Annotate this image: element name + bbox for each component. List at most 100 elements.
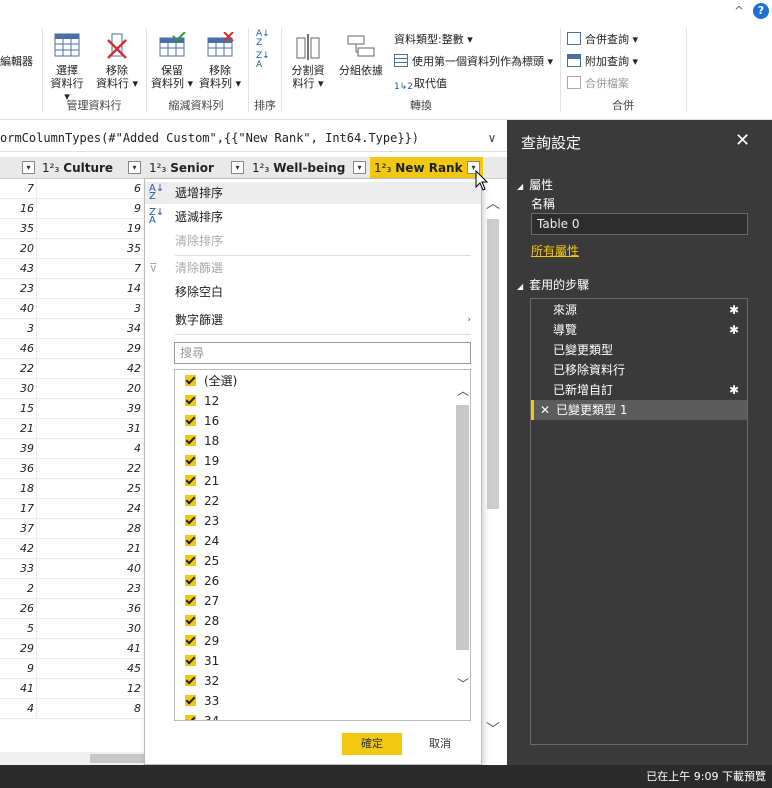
checkbox-checked-icon[interactable]: [185, 595, 196, 606]
table-cell[interactable]: 4: [38, 439, 143, 459]
clear-sort-item[interactable]: 清除排序: [145, 230, 481, 252]
table-cell[interactable]: 42: [0, 539, 37, 559]
remove-rows-button[interactable]: 移除 資料列 ▾: [198, 32, 242, 90]
scroll-down-icon[interactable]: ﹀: [486, 719, 500, 739]
sort-descending-icon[interactable]: Z↓ A: [256, 52, 274, 70]
table-cell[interactable]: 7: [0, 179, 37, 199]
data-type-dropdown[interactable]: 資料類型:整數 ▾: [394, 31, 473, 47]
table-row[interactable]: 9 45: [0, 659, 145, 679]
table-row[interactable]: 23 14: [0, 279, 145, 299]
table-cell[interactable]: 16: [0, 199, 37, 219]
table-cell[interactable]: 21: [0, 419, 37, 439]
replace-values-button[interactable]: 1↳2取代值: [394, 75, 447, 95]
filter-value-checkbox[interactable]: 18: [185, 431, 219, 451]
table-cell[interactable]: 31: [38, 419, 143, 439]
use-first-row-as-headers-button[interactable]: 使用第一個資料列作為標頭 ▾: [394, 53, 553, 69]
filter-value-checkbox[interactable]: 25: [185, 551, 219, 571]
help-icon[interactable]: ?: [753, 3, 769, 19]
vertical-scrollbar[interactable]: ︿ ﹀: [483, 179, 503, 749]
table-row[interactable]: 26 36: [0, 599, 145, 619]
table-row[interactable]: 42 21: [0, 539, 145, 559]
table-cell[interactable]: 36: [38, 599, 143, 619]
table-row[interactable]: 43 7: [0, 259, 145, 279]
horizontal-scrollbar[interactable]: [0, 752, 145, 765]
table-cell[interactable]: 26: [0, 599, 37, 619]
checkbox-checked-icon[interactable]: [185, 655, 196, 666]
filter-list-scrollbar[interactable]: ︿ ﹀: [455, 370, 470, 720]
filter-value-checkbox[interactable]: 21: [185, 471, 219, 491]
gear-icon[interactable]: ✱: [729, 300, 739, 320]
table-cell[interactable]: 35: [0, 219, 37, 239]
table-row[interactable]: 20 35: [0, 239, 145, 259]
select-columns-button[interactable]: 選擇 資料行 ▾: [47, 32, 87, 103]
table-row[interactable]: 16 9: [0, 199, 145, 219]
table-cell[interactable]: 23: [38, 579, 143, 599]
table-cell[interactable]: 24: [38, 499, 143, 519]
checkbox-checked-icon[interactable]: [185, 375, 196, 386]
scroll-up-icon[interactable]: ︿: [457, 382, 469, 399]
filter-value-checkbox[interactable]: 33: [185, 691, 219, 711]
table-row[interactable]: 33 40: [0, 559, 145, 579]
table-cell[interactable]: 46: [0, 339, 37, 359]
column-filter-dropdown[interactable]: ▾: [353, 161, 366, 174]
filter-list-scroll-thumb[interactable]: [456, 405, 469, 650]
table-cell[interactable]: 41: [38, 639, 143, 659]
table-cell[interactable]: 17: [0, 499, 37, 519]
checkbox-checked-icon[interactable]: [185, 535, 196, 546]
table-cell[interactable]: 5: [0, 619, 37, 639]
clear-filter-item[interactable]: ⊽ 清除篩選: [145, 257, 481, 279]
applied-step[interactable]: 已變更類型: [531, 340, 747, 360]
filter-value-checkbox[interactable]: 23: [185, 511, 219, 531]
table-row[interactable]: 5 30: [0, 619, 145, 639]
table-row[interactable]: 37 28: [0, 519, 145, 539]
applied-step[interactable]: 已新增自訂 ✱: [531, 380, 747, 400]
table-cell[interactable]: 20: [38, 379, 143, 399]
properties-section-header[interactable]: ◢ 屬性: [517, 176, 553, 193]
table-row[interactable]: 46 29: [0, 339, 145, 359]
checkbox-checked-icon[interactable]: [185, 675, 196, 686]
table-row[interactable]: 41 12: [0, 679, 145, 699]
table-cell[interactable]: 19: [38, 219, 143, 239]
remove-columns-button[interactable]: 移除 資料行 ▾: [95, 32, 139, 90]
table-cell[interactable]: 40: [38, 559, 143, 579]
checkbox-checked-icon[interactable]: [185, 695, 196, 706]
combine-files-button[interactable]: 合併檔案: [567, 75, 629, 91]
table-row[interactable]: 76: [0, 179, 145, 199]
table-cell[interactable]: 18: [0, 479, 37, 499]
applied-step[interactable]: ✕ 已變更類型 1: [531, 400, 747, 420]
table-cell[interactable]: 14: [38, 279, 143, 299]
table-cell[interactable]: 8: [38, 699, 143, 719]
filter-value-checkbox[interactable]: 27: [185, 591, 219, 611]
formula-text[interactable]: ormColumnTypes(#"Added Custom",{{"New Ra…: [0, 131, 419, 145]
table-cell[interactable]: 4: [0, 699, 37, 719]
table-cell[interactable]: 2: [0, 579, 37, 599]
table-cell[interactable]: 21: [38, 539, 143, 559]
group-by-button[interactable]: 分組依據: [336, 32, 386, 77]
table-cell[interactable]: 45: [38, 659, 143, 679]
filter-search-input[interactable]: 搜尋: [174, 342, 471, 364]
checkbox-checked-icon[interactable]: [185, 515, 196, 526]
checkbox-checked-icon[interactable]: [185, 435, 196, 446]
all-properties-link[interactable]: 所有屬性: [531, 242, 579, 259]
table-row[interactable]: 36 22: [0, 459, 145, 479]
filter-value-checkbox[interactable]: 22: [185, 491, 219, 511]
delete-step-icon[interactable]: ✕: [540, 400, 550, 420]
table-cell[interactable]: 9: [38, 199, 143, 219]
table-cell[interactable]: 37: [0, 519, 37, 539]
filter-value-checkbox[interactable]: 28: [185, 611, 219, 631]
checkbox-checked-icon[interactable]: [185, 615, 196, 626]
remove-empty-item[interactable]: 移除空白: [145, 281, 481, 303]
table-row[interactable]: 2 23: [0, 579, 145, 599]
table-cell[interactable]: 3: [0, 319, 37, 339]
gear-icon[interactable]: ✱: [729, 320, 739, 340]
gear-icon[interactable]: ✱: [729, 380, 739, 400]
checkbox-checked-icon[interactable]: [185, 415, 196, 426]
column-filter-dropdown[interactable]: ▾: [128, 161, 141, 174]
table-row[interactable]: 39 4: [0, 439, 145, 459]
table-cell[interactable]: 39: [38, 399, 143, 419]
table-cell[interactable]: 43: [0, 259, 37, 279]
table-row[interactable]: 29 41: [0, 639, 145, 659]
filter-value-checkbox[interactable]: 12: [185, 391, 219, 411]
table-cell[interactable]: 9: [0, 659, 37, 679]
filter-value-checkbox[interactable]: 19: [185, 451, 219, 471]
